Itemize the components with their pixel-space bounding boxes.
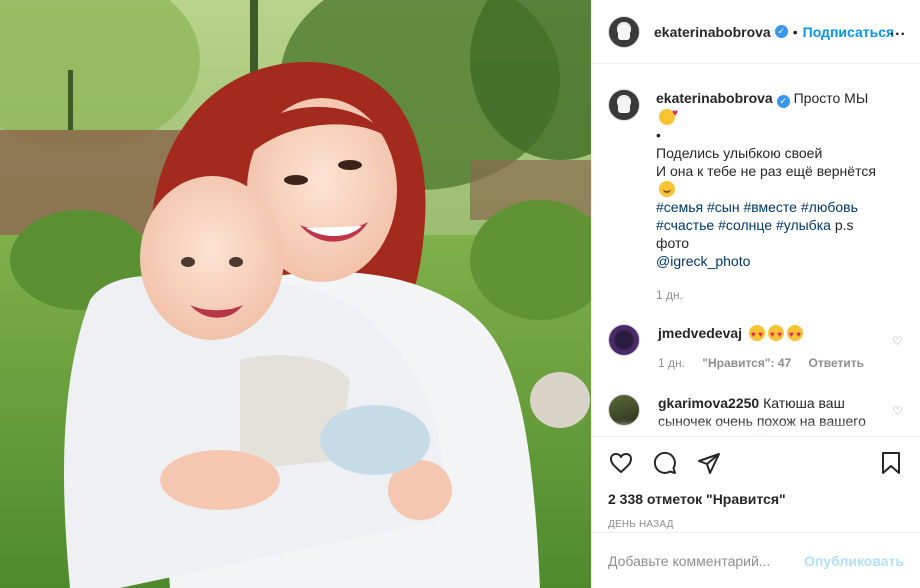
comments-fade (592, 420, 920, 436)
caption-line1: Поделись улыбкою своей (656, 145, 823, 161)
share-direct-icon[interactable] (696, 450, 722, 476)
hashtag-link[interactable]: #улыбка (776, 217, 831, 233)
caption-bullet: • (656, 127, 661, 143)
add-comment-input[interactable]: Добавьте комментарий... (608, 553, 804, 569)
comment-username[interactable]: gkarimova2250 (658, 395, 759, 411)
hashtag-link[interactable]: #счастье (656, 217, 714, 233)
comment-like-heart-icon[interactable]: ♡ (892, 404, 904, 418)
comment-item: jmedvedevaj 1 дн. "Нравится": 47 Ответит… (608, 324, 904, 372)
reply-button[interactable]: Ответить (809, 356, 864, 370)
heart-eyes-icon (748, 325, 765, 344)
comments-list[interactable]: ekaterinabobrova✓ Просто МЫ • Поделись у… (592, 65, 920, 435)
caption-meta: 1 дн. (656, 286, 886, 304)
action-icons-row (608, 437, 904, 489)
mention-link[interactable]: @igreck_photo (656, 253, 750, 269)
comment-like-heart-icon[interactable]: ♡ (892, 334, 904, 348)
author-avatar[interactable] (608, 15, 640, 48)
hashtag-link[interactable]: #вместе (743, 199, 797, 215)
post-photo[interactable] (0, 0, 591, 588)
comment-likes[interactable]: "Нравится": 47 (702, 356, 791, 370)
comment-bubble-icon[interactable] (652, 450, 678, 476)
like-heart-icon[interactable] (608, 450, 634, 476)
comment-body: jmedvedevaj 1 дн. "Нравится": 47 Ответит… (658, 324, 888, 372)
post-header: ekaterinabobrova ✓ • Подписаться ... (592, 0, 920, 64)
header-username[interactable]: ekaterinabobrova (654, 24, 771, 40)
likes-count[interactable]: 2 338 отметок "Нравится" (608, 491, 904, 507)
heart-eyes-icon (767, 325, 784, 344)
header-user-row: ekaterinabobrova ✓ • Подписаться (654, 24, 894, 40)
post-date[interactable]: ДЕНЬ НАЗАД (608, 519, 904, 530)
more-options-icon[interactable]: ... (890, 22, 906, 40)
photo-illustration (0, 0, 591, 588)
caption-avatar[interactable] (608, 89, 640, 121)
instagram-post: ekaterinabobrova ✓ • Подписаться ... eka… (0, 0, 920, 588)
publish-button[interactable]: Опубликовать (804, 553, 904, 569)
comment-time[interactable]: 1 дн. (658, 356, 685, 370)
caption-title: Просто МЫ (793, 90, 869, 106)
caption-body: ekaterinabobrova✓ Просто МЫ • Поделись у… (656, 89, 886, 304)
hashtag-link[interactable]: #сын (707, 199, 740, 215)
hashtag-link[interactable]: #семья (656, 199, 703, 215)
commenter-avatar[interactable] (608, 324, 640, 356)
add-comment-bar: Добавьте комментарий... Опубликовать (592, 532, 920, 588)
verified-badge-icon: ✓ (776, 95, 790, 108)
caption: ekaterinabobrova✓ Просто МЫ • Поделись у… (608, 89, 904, 304)
post-side-panel: ekaterinabobrova ✓ • Подписаться ... eka… (591, 0, 920, 588)
caption-username[interactable]: ekaterinabobrova (656, 90, 773, 106)
post-actions: 2 338 отметок "Нравится" ДЕНЬ НАЗАД (592, 436, 920, 546)
hashtag-link[interactable]: #солнце (718, 217, 772, 233)
header-separator: • (792, 23, 798, 40)
verified-badge-icon: ✓ (774, 25, 788, 38)
caption-time[interactable]: 1 дн. (656, 288, 683, 302)
hashtag-link[interactable]: #любовь (801, 199, 858, 215)
bookmark-icon[interactable] (878, 450, 904, 476)
blushing-face-icon (659, 181, 675, 197)
heart-eyes-icon (786, 325, 803, 344)
follow-button[interactable]: Подписаться (803, 24, 895, 40)
comment-username[interactable]: jmedvedevaj (658, 325, 742, 341)
comment-meta: 1 дн. "Нравится": 47 Ответить (658, 354, 888, 372)
smiling-face-with-hearts-icon (659, 105, 678, 125)
caption-line2: И она к тебе не раз ещё вернётся (656, 163, 876, 179)
